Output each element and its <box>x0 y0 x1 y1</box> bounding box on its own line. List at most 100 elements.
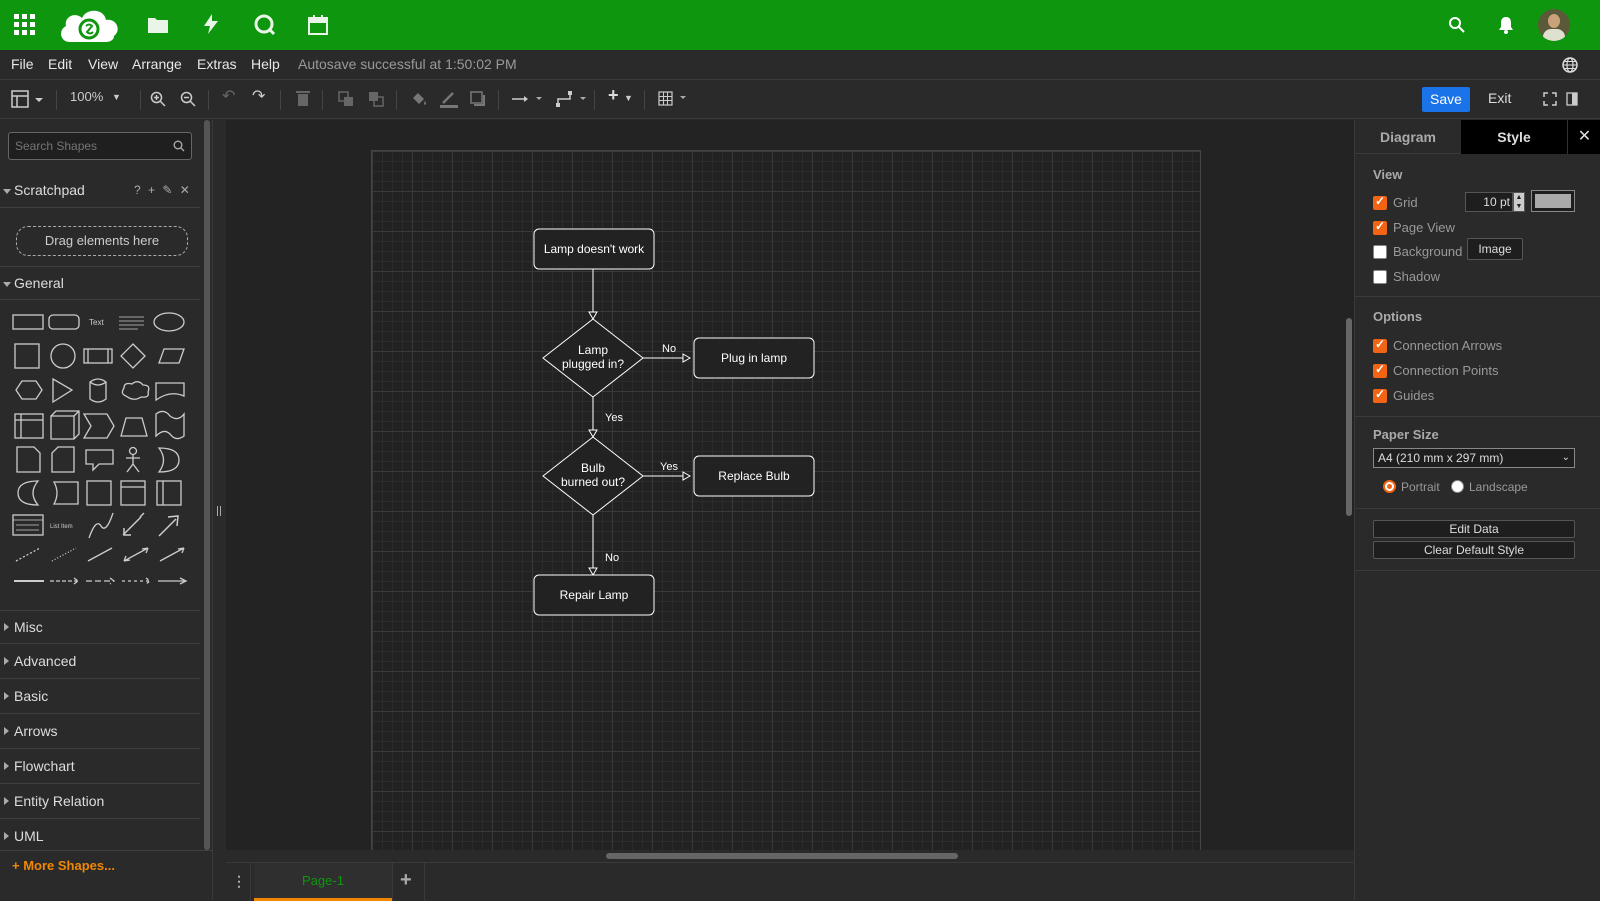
table-icon[interactable] <box>658 91 690 107</box>
fill-color-icon[interactable] <box>410 90 428 108</box>
search-shapes-input[interactable] <box>9 133 169 159</box>
node-q1-label-2: plugged in? <box>562 357 624 371</box>
format-panel-toggle-icon[interactable] <box>11 90 43 108</box>
diagram-canvas[interactable]: Lamp doesn't work Lamp plugged in? Plug … <box>226 120 1354 850</box>
section-flowchart[interactable]: Flowchart <box>0 750 200 784</box>
shadow-checkbox[interactable] <box>1373 270 1387 284</box>
general-section[interactable]: General <box>0 266 200 300</box>
grid-color-swatch[interactable] <box>1531 190 1575 212</box>
to-back-icon[interactable] <box>368 91 384 107</box>
bell-icon[interactable] <box>1498 16 1514 34</box>
node-plug-label: Plug in lamp <box>721 351 787 365</box>
menu-view[interactable]: View <box>88 56 118 72</box>
tab-style[interactable]: Style <box>1461 120 1567 154</box>
canvas-vertical-scrollbar[interactable] <box>1346 318 1352 516</box>
general-shapes-grid[interactable]: Text List Item <box>6 308 198 608</box>
guides-checkbox[interactable] <box>1373 387 1387 403</box>
portrait-radio[interactable] <box>1383 480 1396 493</box>
paper-size-value: A4 (210 mm x 297 mm) <box>1378 451 1504 465</box>
shadow-icon[interactable] <box>470 91 486 107</box>
guides-label: Guides <box>1393 388 1435 403</box>
edge-q2-yes-label: Yes <box>660 461 678 473</box>
search-shapes-box <box>8 132 192 160</box>
section-arrows[interactable]: Arrows <box>0 715 200 749</box>
insert-plus-icon[interactable]: + <box>608 85 619 106</box>
menu-edit[interactable]: Edit <box>48 56 72 72</box>
background-checkbox[interactable] <box>1373 245 1387 259</box>
grid-label: Grid <box>1393 195 1418 210</box>
section-uml[interactable]: UML <box>0 820 200 854</box>
zoom-in-icon[interactable] <box>150 91 166 107</box>
edge-q2-no-label: No <box>605 552 619 564</box>
page-tabs-bar: ⋮ Page-1 + <box>226 862 1354 901</box>
redo-icon[interactable]: ↷ <box>252 86 265 106</box>
save-button[interactable]: Save <box>1422 87 1470 112</box>
insert-chevron-down-icon[interactable]: ▼ <box>624 93 633 103</box>
paper-size-select[interactable]: A4 (210 mm x 297 mm) ⌄ <box>1373 448 1575 468</box>
diagram-page[interactable]: Lamp doesn't work Lamp plugged in? Plug … <box>371 150 1201 850</box>
section-basic[interactable]: Basic <box>0 680 200 714</box>
node-q1-label-1: Lamp <box>578 343 608 357</box>
flowchart-diagram: Lamp doesn't work Lamp plugged in? Plug … <box>533 228 815 616</box>
connection-arrows-label: Connection Arrows <box>1393 338 1503 353</box>
scratchpad-section[interactable]: Scratchpad ? + ✎ ✕ <box>0 174 200 208</box>
options-heading: Options <box>1373 309 1423 324</box>
search-icon[interactable] <box>1448 16 1466 34</box>
close-icon[interactable]: ✕ <box>1567 120 1600 154</box>
section-advanced[interactable]: Advanced <box>0 645 200 679</box>
waypoints-icon[interactable] <box>556 91 590 107</box>
grid-size-stepper[interactable]: 10 pt <box>1465 192 1513 212</box>
shapes-panel: Scratchpad ? + ✎ ✕ Drag elements here Ge… <box>0 120 212 900</box>
scratchpad-actions[interactable]: ? + ✎ ✕ <box>134 183 192 197</box>
menu-help[interactable]: Help <box>251 56 280 72</box>
panel-divider[interactable] <box>212 120 226 900</box>
menu-file[interactable]: File <box>11 56 34 72</box>
delete-icon[interactable] <box>296 90 310 107</box>
panel-toggle-icon[interactable] <box>1566 92 1578 106</box>
line-color-icon[interactable] <box>440 90 458 108</box>
more-shapes-button[interactable]: + More Shapes... <box>12 858 115 873</box>
landscape-radio[interactable] <box>1451 480 1464 493</box>
files-icon[interactable] <box>148 16 168 33</box>
shapes-panel-scrollbar[interactable] <box>204 120 210 850</box>
fullscreen-icon[interactable] <box>1543 92 1557 106</box>
globe-icon[interactable] <box>1562 57 1578 73</box>
zoom-dropdown[interactable]: 100% <box>70 89 103 104</box>
edge-q1-yes-label: Yes <box>605 412 623 424</box>
activity-icon[interactable] <box>204 14 218 34</box>
tab-page-1[interactable]: Page-1 <box>254 863 392 901</box>
connection-style-icon[interactable] <box>512 94 544 104</box>
page-view-label: Page View <box>1393 220 1455 235</box>
to-front-icon[interactable] <box>338 91 354 107</box>
avatar[interactable] <box>1538 9 1570 41</box>
grid-checkbox[interactable] <box>1373 194 1387 210</box>
add-page-button[interactable]: + <box>400 869 412 892</box>
exit-button[interactable]: Exit <box>1488 90 1511 106</box>
menu-arrange[interactable]: Arrange <box>132 56 182 72</box>
image-button[interactable]: Image <box>1467 238 1523 260</box>
section-misc[interactable]: Misc <box>0 610 200 644</box>
scratchpad-drop-zone[interactable]: Drag elements here <box>16 226 188 256</box>
undo-icon[interactable]: ↶ <box>222 86 235 106</box>
search-icon[interactable] <box>173 140 185 152</box>
canvas-horizontal-scrollbar[interactable] <box>606 853 958 859</box>
connection-points-checkbox[interactable] <box>1373 362 1387 378</box>
apps-grid-icon[interactable] <box>14 14 36 36</box>
talk-icon[interactable] <box>254 14 276 36</box>
zoom-chevron-down-icon[interactable]: ▼ <box>112 92 121 102</box>
cloud-logo-icon[interactable] <box>58 6 122 44</box>
menu-extras[interactable]: Extras <box>197 56 237 72</box>
clear-default-style-button[interactable]: Clear Default Style <box>1373 541 1575 559</box>
autosave-status: Autosave successful at 1:50:02 PM <box>298 56 517 72</box>
page-view-checkbox[interactable] <box>1373 219 1387 235</box>
connection-points-label: Connection Points <box>1393 363 1499 378</box>
calendar-icon[interactable] <box>308 15 328 35</box>
page-menu-icon[interactable]: ⋮ <box>232 873 246 890</box>
zoom-out-icon[interactable] <box>180 91 196 107</box>
section-entity-relation[interactable]: Entity Relation <box>0 785 200 819</box>
tab-diagram[interactable]: Diagram <box>1355 120 1461 154</box>
edit-data-button[interactable]: Edit Data <box>1373 520 1575 538</box>
connection-arrows-checkbox[interactable] <box>1373 337 1387 353</box>
node-start-label: Lamp doesn't work <box>544 242 645 256</box>
grid-stepper-arrows[interactable]: ▲ ▼ <box>1513 192 1525 212</box>
